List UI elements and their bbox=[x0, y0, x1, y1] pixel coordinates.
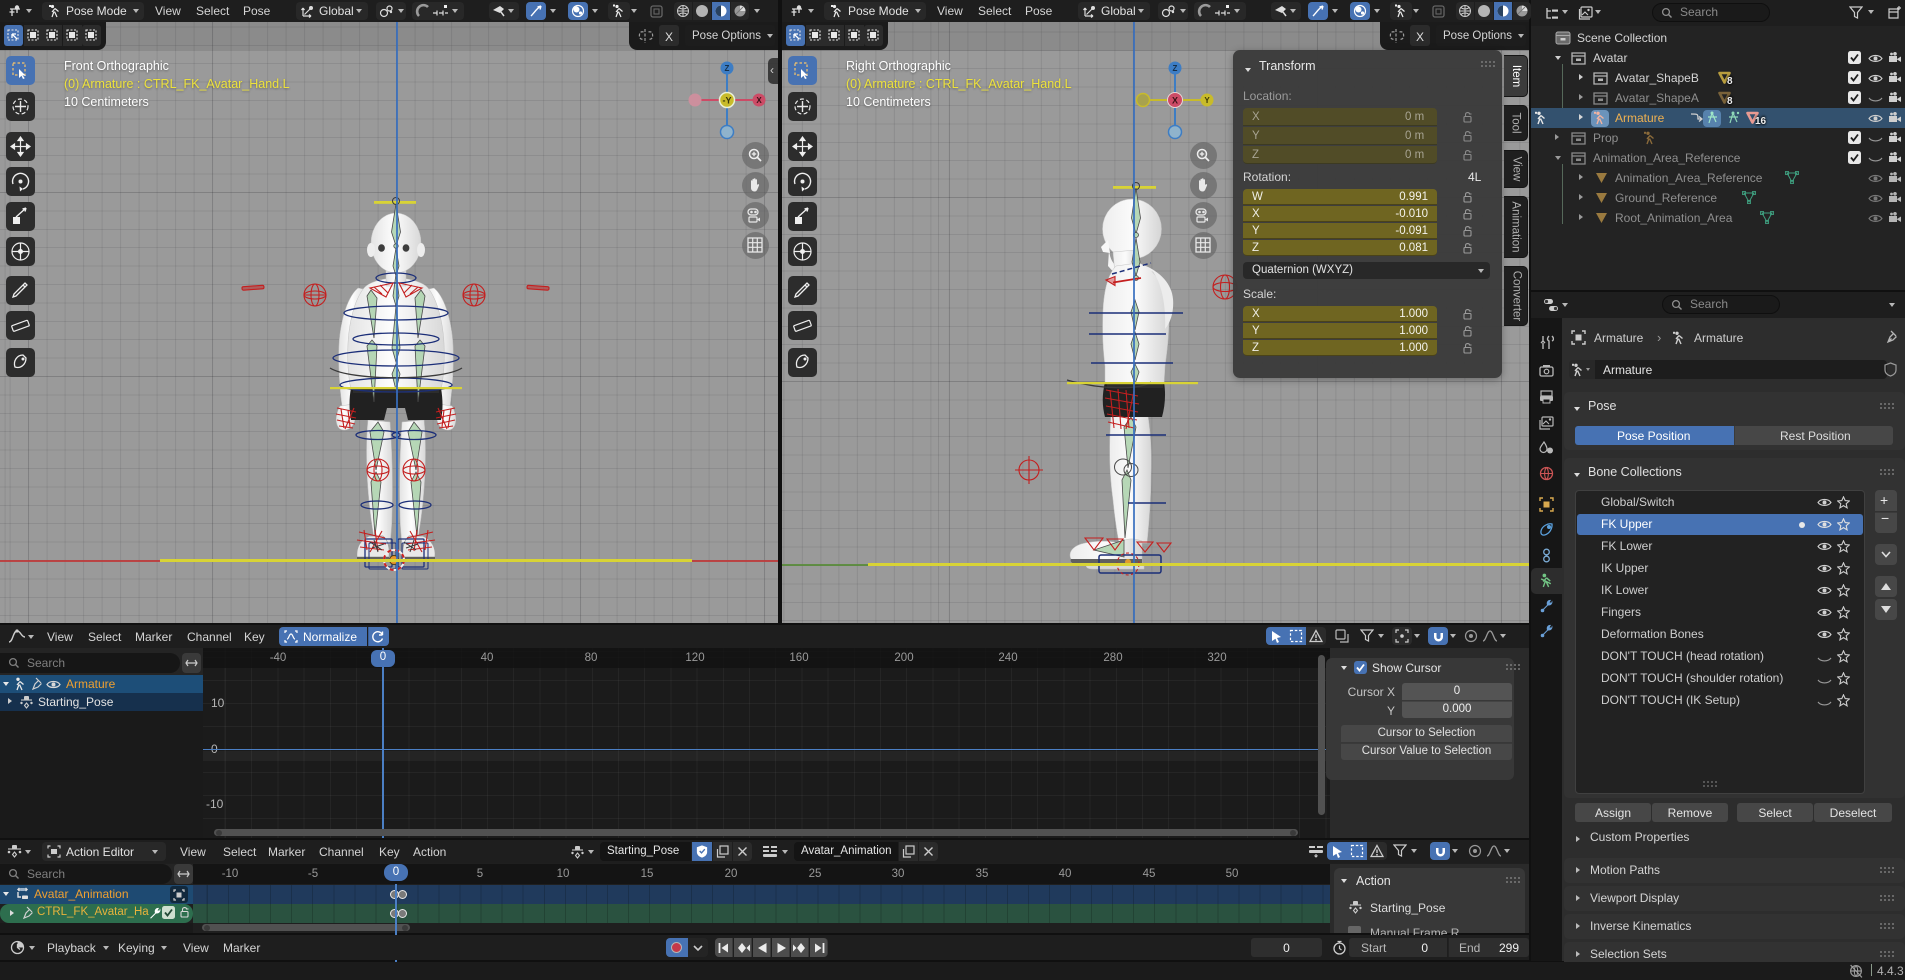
svg-text:X: X bbox=[756, 96, 762, 105]
svg-text:-Y: -Y bbox=[723, 96, 732, 106]
svg-text:X: X bbox=[1172, 96, 1178, 106]
svg-text:Y: Y bbox=[1204, 96, 1210, 105]
svg-text:Z: Z bbox=[725, 64, 730, 73]
svg-text:Z: Z bbox=[1173, 64, 1178, 73]
